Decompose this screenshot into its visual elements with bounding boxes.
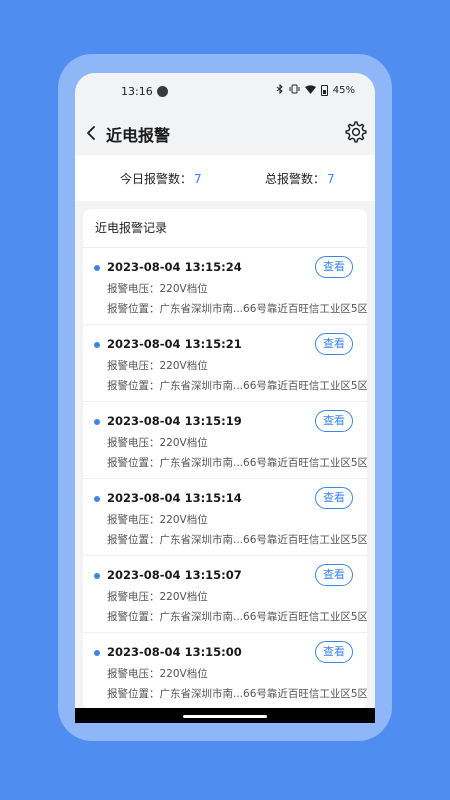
app-screen: 13:16 45% 近电报警 今日报警数： 7 总报警数： 7 近电报警记录 2… bbox=[75, 73, 375, 723]
system-nav-bar bbox=[75, 708, 375, 723]
view-button[interactable]: 查看 bbox=[315, 256, 353, 278]
alarm-location: 报警位置：广东省深圳市南...66号靠近百旺信工业区5区 bbox=[107, 457, 367, 469]
view-button[interactable]: 查看 bbox=[315, 641, 353, 663]
gear-icon[interactable] bbox=[344, 120, 368, 144]
alarm-time: 2023-08-04 13:15:21 bbox=[107, 337, 242, 351]
list-item: 2023-08-04 13:15:21 查看 报警电压：220V档位 报警位置：… bbox=[83, 325, 367, 402]
bluetooth-icon bbox=[276, 83, 284, 97]
alarm-voltage: 报警电压：220V档位 bbox=[107, 283, 208, 295]
status-bar: 13:16 45% bbox=[75, 73, 375, 111]
alarm-location: 报警位置：广东省深圳市南...66号靠近百旺信工业区5区 bbox=[107, 534, 367, 546]
camera-cutout bbox=[157, 86, 168, 97]
today-alarm-label: 今日报警数： bbox=[120, 172, 193, 186]
alarm-time: 2023-08-04 13:15:19 bbox=[107, 414, 242, 428]
top-bar: 近电报警 bbox=[75, 111, 375, 155]
bullet-dot bbox=[94, 496, 100, 502]
view-button[interactable]: 查看 bbox=[315, 410, 353, 432]
alarm-time: 2023-08-04 13:15:00 bbox=[107, 645, 242, 659]
view-button[interactable]: 查看 bbox=[315, 564, 353, 586]
bullet-dot bbox=[94, 573, 100, 579]
list-item: 2023-08-04 13:15:19 查看 报警电压：220V档位 报警位置：… bbox=[83, 402, 367, 479]
alarm-time: 2023-08-04 13:15:14 bbox=[107, 491, 242, 505]
alarm-voltage: 报警电压：220V档位 bbox=[107, 668, 208, 680]
home-indicator[interactable] bbox=[183, 715, 267, 718]
battery-icon bbox=[320, 85, 328, 96]
chevron-left-icon[interactable] bbox=[85, 123, 97, 143]
alarm-stats: 今日报警数： 7 总报警数： 7 bbox=[75, 155, 375, 201]
alarm-location: 报警位置：广东省深圳市南...66号靠近百旺信工业区5区 bbox=[107, 380, 367, 392]
alarm-time: 2023-08-04 13:15:07 bbox=[107, 568, 242, 582]
alarm-voltage: 报警电压：220V档位 bbox=[107, 437, 208, 449]
total-alarm-count: 总报警数： 7 bbox=[265, 170, 335, 187]
list-item: 2023-08-04 13:15:24 查看 报警电压：220V档位 报警位置：… bbox=[83, 248, 367, 325]
alarm-location: 报警位置：广东省深圳市南...66号靠近百旺信工业区5区 bbox=[107, 303, 367, 315]
status-icons: 45% bbox=[276, 83, 355, 97]
alarm-voltage: 报警电压：220V档位 bbox=[107, 360, 208, 372]
bullet-dot bbox=[94, 265, 100, 271]
total-alarm-value: 7 bbox=[327, 172, 335, 186]
bullet-dot bbox=[94, 419, 100, 425]
page-title: 近电报警 bbox=[106, 126, 171, 145]
alarm-location: 报警位置：广东省深圳市南...66号靠近百旺信工业区5区 bbox=[107, 611, 367, 623]
battery-percent: 45% bbox=[332, 85, 355, 96]
list-item: 2023-08-04 13:15:00 查看 报警电压：220V档位 报警位置：… bbox=[83, 633, 367, 709]
today-alarm-count: 今日报警数： 7 bbox=[120, 170, 202, 187]
records-title: 近电报警记录 bbox=[95, 221, 168, 235]
status-time: 13:16 bbox=[121, 85, 153, 98]
bullet-dot bbox=[94, 650, 100, 656]
vibrate-icon bbox=[289, 84, 300, 97]
alarm-location: 报警位置：广东省深圳市南...66号靠近百旺信工业区5区 bbox=[107, 688, 367, 700]
alarm-records-card: 近电报警记录 2023-08-04 13:15:24 查看 报警电压：220V档… bbox=[83, 209, 367, 709]
alarm-time: 2023-08-04 13:15:24 bbox=[107, 260, 242, 274]
view-button[interactable]: 查看 bbox=[315, 487, 353, 509]
list-item: 2023-08-04 13:15:14 查看 报警电压：220V档位 报警位置：… bbox=[83, 479, 367, 556]
today-alarm-value: 7 bbox=[194, 172, 202, 186]
view-button[interactable]: 查看 bbox=[315, 333, 353, 355]
list-item: 2023-08-04 13:15:07 查看 报警电压：220V档位 报警位置：… bbox=[83, 556, 367, 633]
bullet-dot bbox=[94, 342, 100, 348]
alarm-voltage: 报警电压：220V档位 bbox=[107, 514, 208, 526]
total-alarm-label: 总报警数： bbox=[265, 172, 326, 186]
wifi-icon bbox=[304, 84, 316, 97]
alarm-voltage: 报警电压：220V档位 bbox=[107, 591, 208, 603]
